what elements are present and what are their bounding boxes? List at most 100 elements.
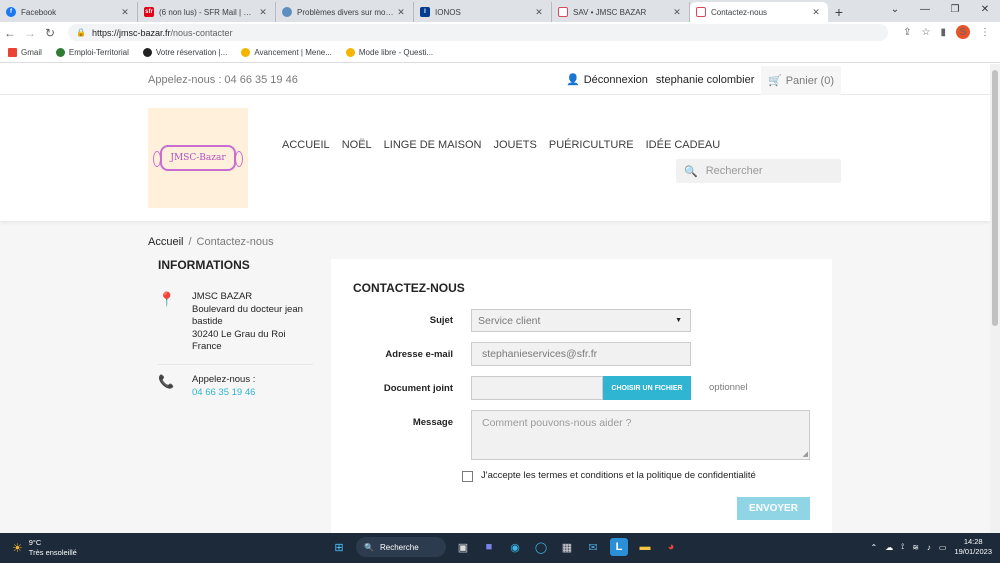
store-icon[interactable]: ▦ — [558, 538, 576, 556]
globe-icon — [282, 7, 292, 17]
clock-time: 14:28 — [963, 537, 983, 546]
main-menu: Accueil Noël Linge de maison Jouets Puér… — [282, 139, 720, 151]
windows-start-icon[interactable]: ⊞ — [330, 538, 348, 556]
tab-ionos[interactable]: I IONOS ✕ — [414, 2, 552, 22]
web-page: Appelez-nous : 04 66 35 19 46 👤 Déconnex… — [0, 64, 990, 533]
phone-number-link[interactable]: 04 66 35 19 46 — [192, 387, 255, 400]
tab-facebook[interactable]: f Facebook ✕ — [0, 2, 138, 22]
menu-item-accueil[interactable]: Accueil — [282, 139, 330, 151]
forward-icon[interactable]: → — [20, 26, 40, 40]
l-app-icon[interactable]: L — [610, 538, 628, 556]
bookmark-avancement[interactable]: Avancement | Mene... — [241, 48, 332, 57]
battery-icon[interactable]: ▭ — [939, 543, 947, 552]
network-icon[interactable]: ⟟ — [901, 542, 904, 552]
close-icon[interactable]: ✕ — [257, 7, 269, 18]
restore-icon[interactable]: ❐ — [940, 0, 970, 20]
close-icon[interactable]: ✕ — [119, 7, 131, 18]
chevron-up-icon[interactable]: ⌃ — [871, 543, 878, 552]
clock[interactable]: 14:28 19/01/2023 — [954, 537, 992, 557]
file-explorer-icon[interactable]: ▬ — [636, 538, 654, 556]
search-placeholder: Rechercher — [705, 165, 763, 177]
email-field[interactable]: stephanieservices@sfr.fr — [471, 342, 691, 366]
choose-file-button[interactable]: Choisir un fichier — [603, 376, 691, 400]
file-input[interactable] — [471, 376, 603, 400]
resize-grip-icon[interactable]: ◢ — [803, 450, 808, 458]
close-icon[interactable]: ✕ — [671, 7, 683, 18]
back-icon[interactable]: ← — [0, 26, 20, 40]
task-view-icon[interactable]: ▣ — [454, 538, 472, 556]
mail-icon[interactable]: ✉ — [584, 538, 602, 556]
message-textarea[interactable]: Comment pouvons-nous aider ? ◢ — [471, 410, 810, 460]
page-scrollbar[interactable] — [990, 64, 1000, 533]
menu-item-puericulture[interactable]: Puériculture — [549, 139, 634, 151]
address-bar: ← → ↻ 🔒 https://jmsc-bazar.fr/nous-conta… — [0, 22, 1000, 43]
tab-label: Facebook — [21, 7, 57, 17]
cortana-icon[interactable]: ◯ — [532, 538, 550, 556]
url-path: /nous-contacter — [170, 27, 233, 38]
subject-label: Sujet — [429, 315, 453, 326]
share-icon[interactable]: ⇪ — [903, 27, 911, 38]
breadcrumb-current: Contactez-nous — [196, 236, 274, 248]
breadcrumb-home[interactable]: Accueil — [148, 236, 183, 248]
gdpr-label: J'accepte les termes et conditions et la… — [481, 470, 756, 481]
profile-avatar[interactable]: S — [956, 25, 970, 39]
account-link[interactable]: stephanie colombier — [656, 74, 754, 86]
tab-sav-jmsc[interactable]: SAV • JMSC BAZAR ✕ — [552, 2, 690, 22]
close-icon[interactable]: ✕ — [810, 7, 822, 18]
mode-libre-icon — [345, 48, 355, 57]
tab-contactez-nous[interactable]: Contactez-nous ✕ — [690, 2, 828, 22]
address-line: bastide — [192, 316, 223, 327]
bookmark-label: Gmail — [21, 48, 42, 57]
wifi-icon[interactable]: ≋ — [912, 543, 919, 552]
minimize-icon[interactable]: — — [910, 0, 940, 20]
taskbar-search-label: Recherche — [379, 542, 419, 552]
reload-icon[interactable]: ↻ — [40, 26, 60, 40]
subject-select[interactable]: Service client ▼ — [471, 309, 691, 332]
form-title: CONTACTEZ-NOUS — [353, 281, 465, 295]
browser-actions: ⇪ ☆ ▮ S ⋮ — [903, 25, 990, 39]
gdpr-checkbox[interactable] — [462, 471, 473, 482]
email-label: Adresse e-mail — [385, 349, 453, 360]
volume-icon[interactable]: ♪ — [927, 543, 931, 552]
ionos-icon: I — [420, 7, 430, 17]
breadcrumb: Accueil / Contactez-nous — [148, 236, 274, 248]
menu-item-noel[interactable]: Noël — [342, 139, 372, 151]
star-icon[interactable]: ☆ — [922, 27, 931, 38]
close-window-icon[interactable]: ✕ — [970, 0, 1000, 20]
close-icon[interactable]: ✕ — [395, 7, 407, 18]
new-tab-button[interactable]: + — [828, 2, 850, 22]
tab-label: (6 non lus) - SFR Mail | Mail — [159, 7, 257, 17]
logout-link[interactable]: Déconnexion — [584, 74, 648, 86]
search-icon: 🔍 — [364, 542, 374, 552]
chevron-down-icon[interactable]: ⌄ — [880, 0, 910, 20]
avancement-icon — [241, 48, 251, 57]
edge-icon[interactable]: ◉ — [506, 538, 524, 556]
phone-block: 📞 Appelez-nous : 04 66 35 19 46 — [158, 374, 313, 399]
weather-widget[interactable]: ☀ 9°C Très ensoleillé — [12, 538, 77, 558]
taskbar-search[interactable]: 🔍 Recherche — [356, 537, 446, 557]
site-logo[interactable]: JMSC-Bazar — [148, 108, 248, 208]
side-panel-icon[interactable]: ▮ — [940, 27, 946, 38]
tab-problemes[interactable]: Problèmes divers sur mon site ✕ — [276, 2, 414, 22]
bookmark-mode-libre[interactable]: Mode libre - Questi... — [345, 48, 433, 57]
cart-button[interactable]: 🛒 Panier (0) — [761, 66, 841, 95]
phone-lines: Appelez-nous : 04 66 35 19 46 — [192, 374, 255, 399]
menu-item-jouets[interactable]: Jouets — [493, 139, 536, 151]
search-input[interactable]: 🔍 Rechercher — [676, 159, 841, 183]
teams-icon[interactable]: ■ — [480, 538, 498, 556]
tab-sfr-mail[interactable]: sfr (6 non lus) - SFR Mail | Mail ✕ — [138, 2, 276, 22]
send-button[interactable]: Envoyer — [737, 497, 810, 520]
cloud-icon[interactable]: ☁ — [885, 543, 893, 552]
bookmark-emploi[interactable]: Emploi-Territorial — [55, 48, 129, 57]
bookmark-gmail[interactable]: Gmail — [8, 48, 42, 57]
breadcrumb-separator: / — [188, 236, 192, 248]
scrollbar-thumb[interactable] — [992, 70, 998, 326]
menu-item-idee-cadeau[interactable]: Idée cadeau — [646, 139, 721, 151]
bookmark-reservation[interactable]: Votre réservation |... — [142, 48, 227, 57]
chrome-icon[interactable]: ◕ — [662, 538, 680, 556]
url-input[interactable]: 🔒 https://jmsc-bazar.fr/nous-contacter — [68, 24, 888, 41]
close-icon[interactable]: ✕ — [533, 7, 545, 18]
menu-icon[interactable]: ⋮ — [980, 27, 990, 38]
menu-item-linge[interactable]: Linge de maison — [384, 139, 482, 151]
url-host: https://jmsc-bazar.fr — [91, 27, 171, 38]
